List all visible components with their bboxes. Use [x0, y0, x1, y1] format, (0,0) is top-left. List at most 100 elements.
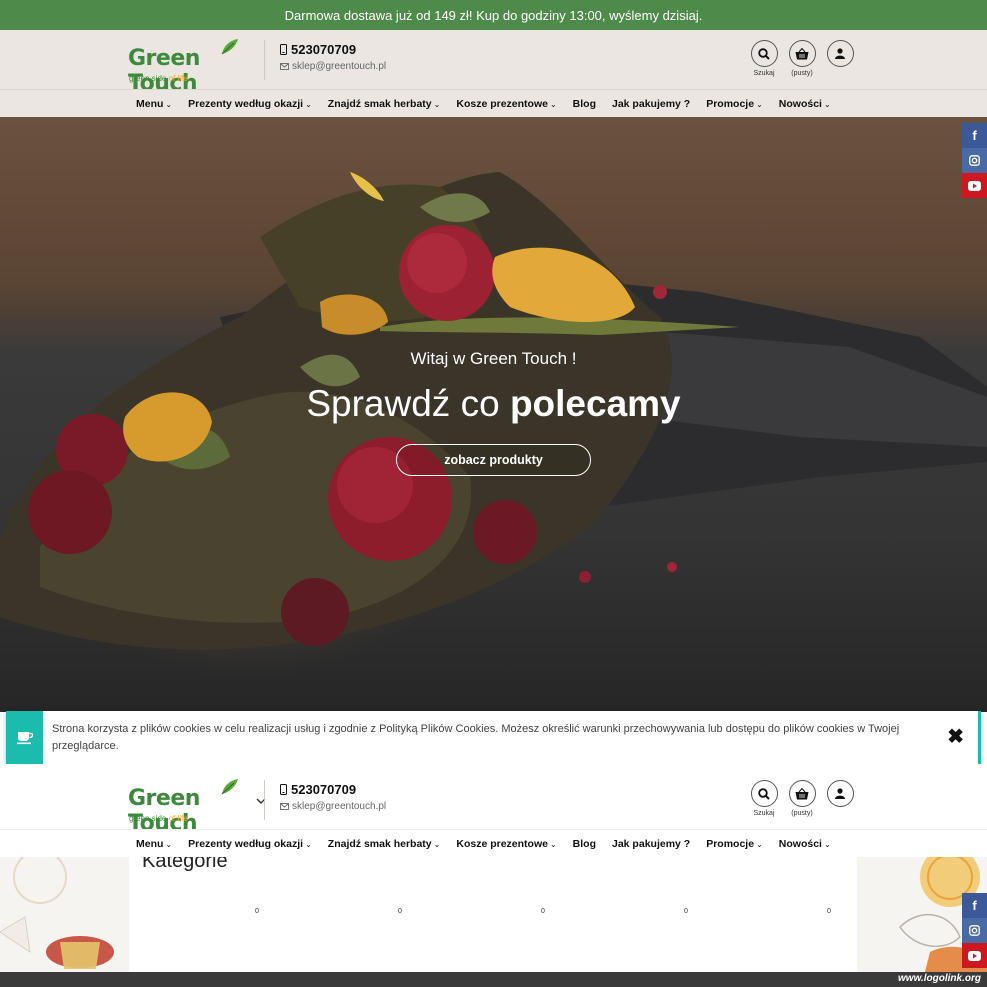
search-label: Szukaj: [753, 810, 775, 817]
chevron-down-icon: ⌄: [823, 839, 831, 849]
chevron-down-icon: ⌄: [165, 99, 173, 109]
sticky-nav: Menu ⌄ Prezenty według okazji ⌄ Znajdź smak …: [0, 829, 987, 857]
nav-item-label: Menu: [136, 838, 164, 850]
nav-item[interactable]: Promocje ⌄: [698, 98, 771, 110]
search-button[interactable]: Szukaj: [750, 40, 778, 77]
categories-panel: Kategorie 0 0 0 0 0: [129, 844, 857, 972]
instagram-link[interactable]: [962, 148, 987, 173]
nav-item-label: Nowości: [778, 838, 822, 850]
promo-text: Darmowa dostawa już od 149 zł! Kup do go…: [284, 7, 703, 23]
category-count: 0: [398, 908, 402, 915]
youtube-link[interactable]: [962, 173, 987, 198]
nav-item[interactable]: Nowości ⌄: [771, 838, 839, 850]
nav-item[interactable]: Menu ⌄: [128, 838, 180, 850]
cookie-text: Strona korzysta z plików cookies w celu …: [52, 723, 900, 752]
hero-welcome: Witaj w Green Touch !: [410, 349, 577, 368]
chevron-down-icon: ⌄: [165, 839, 173, 849]
instagram-icon: [969, 925, 980, 936]
nav-item-label: Promocje: [706, 98, 755, 110]
facebook-link[interactable]: f: [962, 123, 987, 148]
nav-item[interactable]: Blog: [565, 98, 604, 110]
account-button[interactable]: [826, 40, 854, 77]
main-nav: Menu ⌄ Prezenty według okazji ⌄ Znajdź smak …: [0, 89, 987, 117]
contact-info: 523070709 sklep@greentouch.pl: [280, 42, 386, 72]
phone-icon: [280, 44, 287, 55]
social-bar: f: [962, 893, 987, 968]
hero-headline: Sprawdź co polecamy: [306, 383, 681, 424]
nav-item-label: Promocje: [706, 838, 755, 850]
facebook-icon: f: [972, 898, 977, 913]
category-count: 0: [684, 908, 688, 915]
youtube-icon: [968, 180, 981, 191]
chevron-down-icon: ⌄: [433, 99, 441, 109]
nav-item-label: Kosze prezentowe: [456, 98, 548, 110]
watermark: www.logolink.org: [898, 973, 981, 984]
cart-label: (pusty): [791, 810, 813, 817]
logo[interactable]: Green Touch green side of life: [128, 39, 258, 96]
nav-item[interactable]: Prezenty według okazji ⌄: [180, 98, 320, 110]
contact-info: 523070709 sklep@greentouch.pl: [280, 782, 386, 812]
search-icon: [758, 787, 770, 800]
social-bar: f: [962, 123, 987, 198]
instagram-icon: [969, 155, 980, 166]
nav-item[interactable]: Promocje ⌄: [698, 838, 771, 850]
nav-item[interactable]: Jak pakujemy ?: [604, 98, 698, 110]
nav-item[interactable]: Znajdź smak herbaty ⌄: [320, 838, 449, 850]
email-link[interactable]: sklep@greentouch.pl: [280, 61, 386, 72]
chevron-down-icon: ⌄: [433, 839, 441, 849]
cookie-close-button[interactable]: ✖: [947, 724, 964, 749]
footer-strip: www.logolink.org: [0, 972, 987, 987]
nav-item[interactable]: Kosze prezentowe ⌄: [448, 838, 564, 850]
instagram-link[interactable]: [962, 918, 987, 943]
nav-item[interactable]: Jak pakujemy ?: [604, 838, 698, 850]
nav-item-label: Blog: [572, 838, 596, 850]
nav-item-label: Znajdź smak herbaty: [327, 838, 432, 850]
coffee-cup-icon: [16, 731, 33, 744]
nav-item-label: Kosze prezentowe: [456, 838, 548, 850]
chevron-down-icon: ⌄: [305, 839, 312, 849]
header-actions: Szukaj (pusty): [750, 780, 854, 817]
chevron-down-icon: ⌄: [823, 99, 831, 109]
chevron-down-icon: ⌄: [756, 99, 763, 109]
nav-item[interactable]: Nowości ⌄: [771, 98, 839, 110]
email-address: sklep@greentouch.pl: [292, 61, 387, 72]
nav-item-label: Blog: [572, 98, 596, 110]
nav-item[interactable]: Prezenty według okazji ⌄: [180, 838, 320, 850]
header-divider: [264, 780, 265, 820]
site-header: Green Touch green side of life 523070709…: [0, 30, 987, 96]
envelope-icon: [280, 63, 289, 70]
logo[interactable]: Green Touch green side of life: [128, 779, 266, 836]
user-icon: [835, 788, 845, 799]
nav-item[interactable]: Znajdź smak herbaty ⌄: [320, 98, 449, 110]
nav-item-label: Jak pakujemy ?: [612, 838, 691, 850]
search-button[interactable]: Szukaj: [750, 780, 778, 817]
logo-tagline: green side of life: [129, 814, 188, 823]
phone-link[interactable]: 523070709: [280, 42, 386, 57]
category-count: 0: [827, 908, 831, 915]
phone-link[interactable]: 523070709: [280, 782, 386, 797]
cookie-accent: [6, 711, 43, 764]
sticky-header: Green Touch green side of life 523070709…: [0, 770, 987, 836]
hero-banner: Witaj w Green Touch ! Sprawdź co polecam…: [0, 117, 987, 712]
cart-button[interactable]: (pusty): [788, 40, 816, 77]
nav-item[interactable]: Menu ⌄: [128, 98, 180, 110]
cart-button[interactable]: (pusty): [788, 780, 816, 817]
category-count: 0: [255, 908, 259, 915]
email-address: sklep@greentouch.pl: [292, 801, 387, 812]
youtube-link[interactable]: [962, 943, 987, 968]
cookie-banner: Strona korzysta z plików cookies w celu …: [6, 711, 981, 764]
leaf-icon: [221, 39, 238, 55]
facebook-link[interactable]: f: [962, 893, 987, 918]
see-products-button[interactable]: zobacz produkty: [396, 444, 591, 476]
account-button[interactable]: [826, 780, 854, 817]
email-link[interactable]: sklep@greentouch.pl: [280, 801, 386, 812]
header-actions: Szukaj (pusty): [750, 40, 854, 77]
chevron-down-icon: ⌄: [549, 839, 557, 849]
search-icon: [758, 47, 770, 60]
nav-item[interactable]: Blog: [565, 838, 604, 850]
promo-bar: Darmowa dostawa już od 149 zł! Kup do go…: [0, 0, 987, 30]
basket-icon: [795, 787, 809, 799]
nav-item[interactable]: Kosze prezentowe ⌄: [448, 98, 564, 110]
nav-item-label: Prezenty według okazji: [188, 98, 304, 110]
facebook-icon: f: [972, 128, 977, 143]
